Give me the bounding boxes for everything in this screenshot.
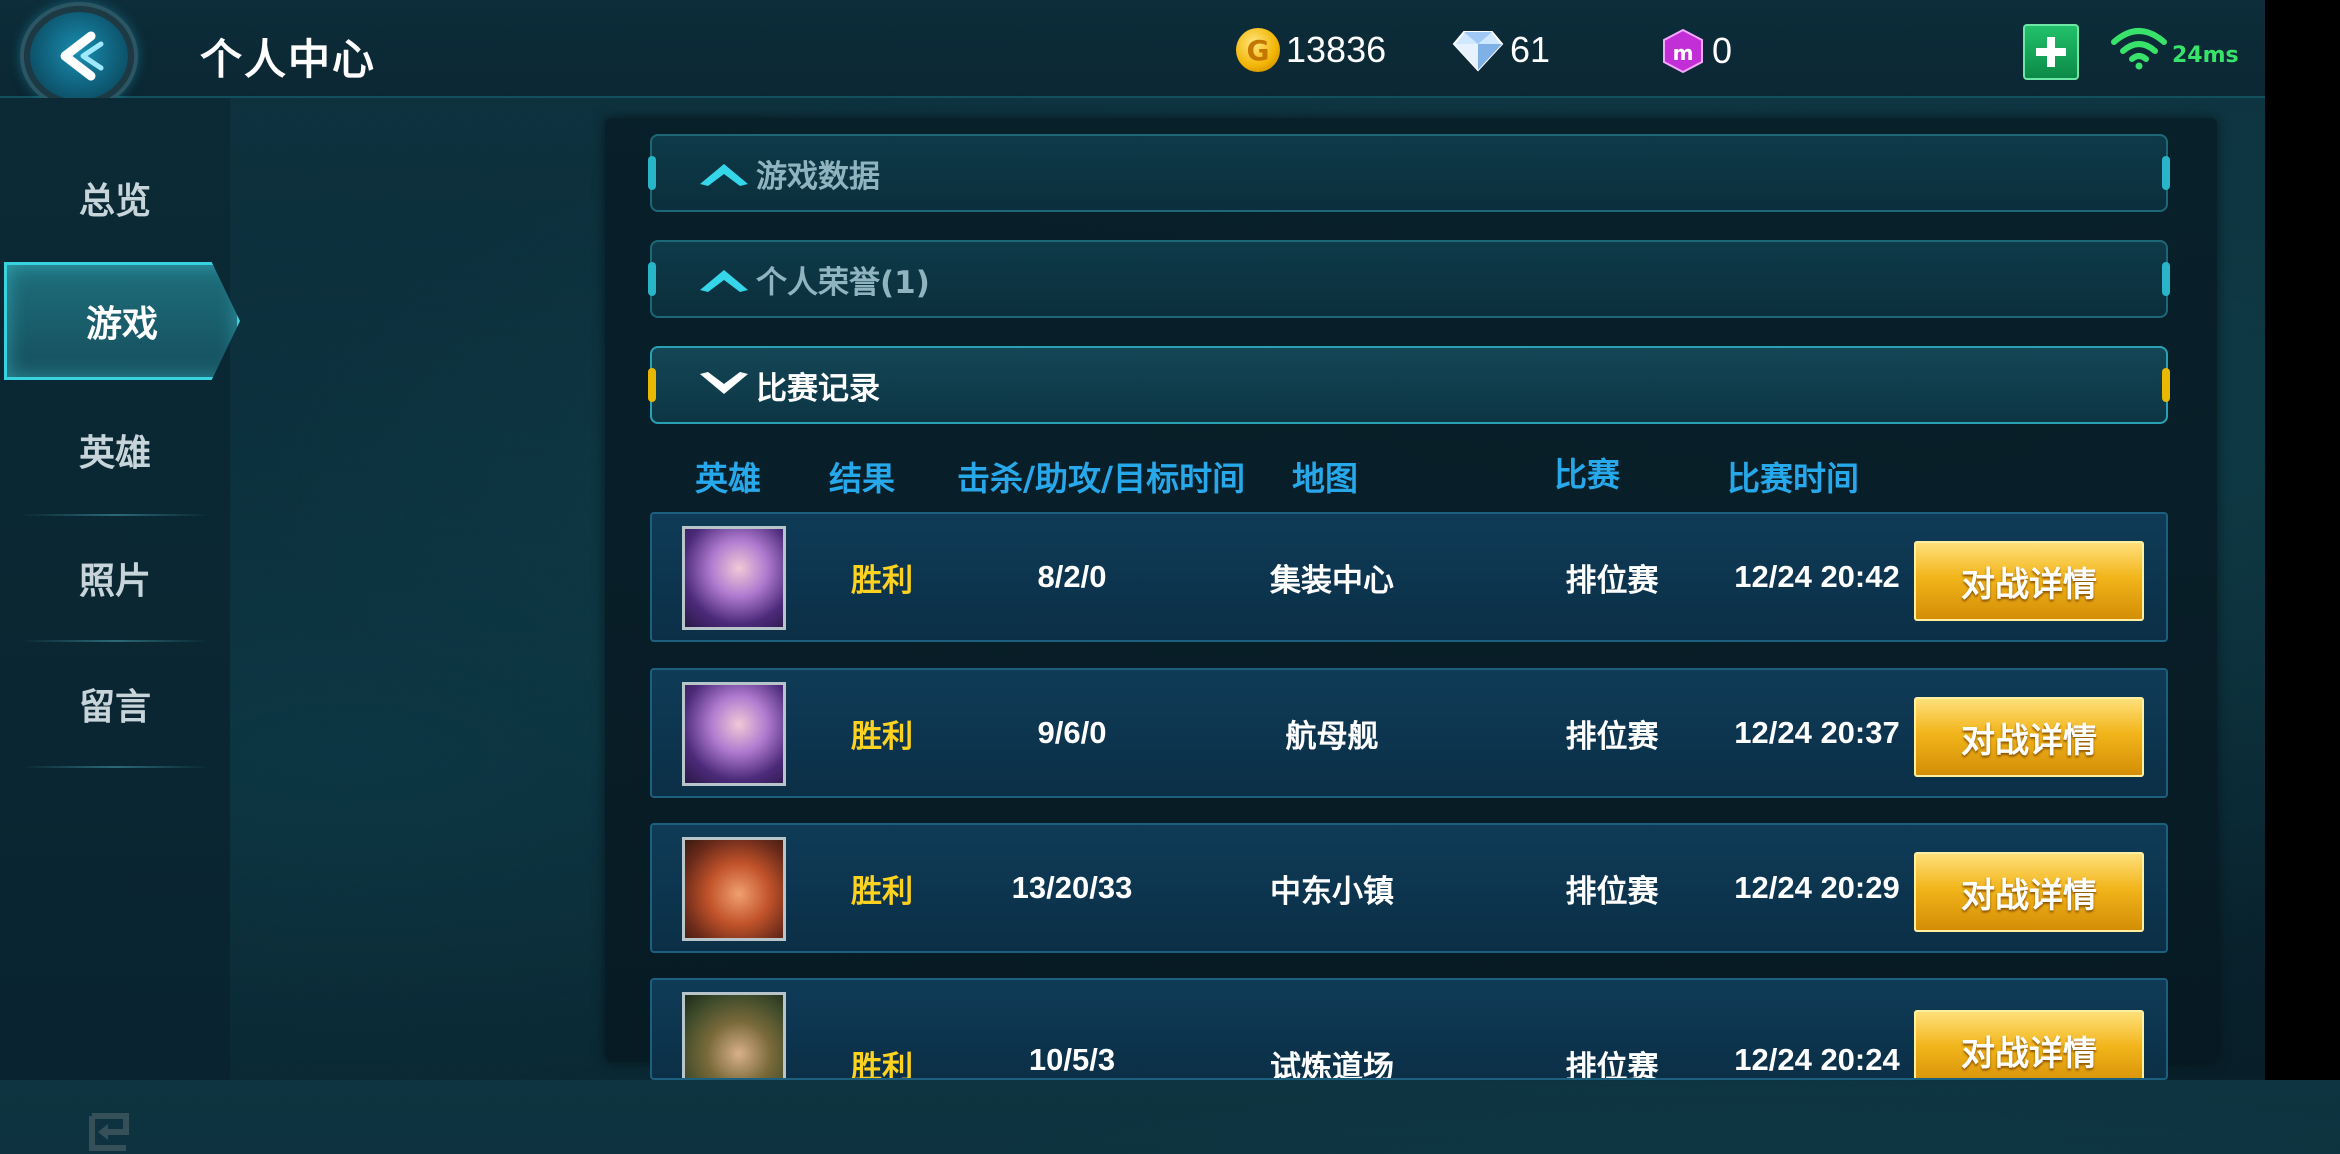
column-header-hero: 英雄: [695, 459, 761, 498]
svg-text:m: m: [1673, 41, 1694, 65]
match-details-button[interactable]: 对战详情: [1914, 1010, 2144, 1078]
section-cap-right: [2162, 262, 2170, 296]
sidebar: 总览 游戏 英雄 照片 留言: [0, 98, 240, 1151]
match-map: 中东小镇: [1270, 873, 1394, 909]
chevron-up-icon: [700, 270, 748, 292]
section-title: 比赛记录: [756, 370, 880, 407]
section-title: 个人荣誉(1): [756, 264, 930, 301]
match-time: 12/24 20:24: [1734, 1042, 1900, 1077]
section-match-history[interactable]: 比赛记录: [648, 346, 2170, 424]
screen-edge: [2265, 0, 2340, 1080]
ping-value: 24ms: [2172, 43, 2239, 68]
hero-avatar: [682, 837, 786, 941]
match-kda: 9/6/0: [1037, 715, 1107, 750]
match-map: 试炼道场: [1270, 1050, 1394, 1080]
sidebar-item-label: 留言: [78, 687, 151, 728]
match-row: 胜利 13/20/33 中东小镇 排位赛 12/24 20:29 对战详情: [650, 823, 2168, 953]
diamond-icon: [1452, 31, 1504, 72]
return-icon[interactable]: [84, 1110, 134, 1154]
match-details-button[interactable]: 对战详情: [1914, 541, 2144, 621]
sidebar-item-label: 英雄: [78, 433, 151, 474]
back-arrow-icon: [60, 31, 104, 81]
network-status: 24ms: [2110, 26, 2239, 70]
match-result: 胜利: [851, 562, 913, 598]
section-cap-left: [648, 262, 656, 296]
plus-icon: [2036, 37, 2066, 67]
hero-avatar: [682, 992, 786, 1078]
diamond-balance: 61: [1452, 28, 1550, 72]
match-kda: 8/2/0: [1037, 559, 1107, 594]
column-header-time: 比赛时间: [1727, 459, 1859, 498]
match-row: 胜利 8/2/0 集装中心 排位赛 12/24 20:42 对战详情: [650, 512, 2168, 642]
match-type: 排位赛: [1565, 718, 1659, 754]
match-result: 胜利: [851, 1050, 913, 1080]
diamond-value: 61: [1510, 29, 1551, 70]
section-title: 游戏数据: [756, 158, 880, 195]
wifi-icon: [2111, 28, 2167, 70]
gold-balance: G 13836: [1236, 28, 1386, 72]
match-kda: 10/5/3: [1028, 1042, 1116, 1077]
sidebar-item-overview[interactable]: 总览: [0, 148, 230, 248]
match-kda: 13/20/33: [1011, 870, 1133, 905]
sidebar-item-label: 照片: [78, 561, 151, 602]
back-button[interactable]: [24, 6, 134, 106]
section-cap-left: [648, 368, 656, 402]
sidebar-item-game[interactable]: 游戏: [4, 262, 240, 380]
column-header-kda: 击杀/助攻/目标时间: [957, 459, 1246, 498]
sidebar-item-label: 总览: [78, 181, 151, 222]
top-bar: 个人中心 G 13836 61 m 0 24ms: [0, 0, 2265, 106]
chevron-down-icon: [700, 372, 748, 394]
sidebar-divider: [20, 640, 210, 642]
page-title: 个人中心: [200, 35, 377, 84]
match-map: 集装中心: [1270, 562, 1394, 598]
match-type: 排位赛: [1565, 1050, 1659, 1080]
match-result: 胜利: [851, 873, 913, 909]
match-type: 排位赛: [1565, 873, 1659, 909]
add-currency-button[interactable]: [2023, 24, 2079, 80]
match-details-button[interactable]: 对战详情: [1914, 852, 2144, 932]
token-balance: m 0: [1660, 28, 1732, 74]
sidebar-item-photos[interactable]: 照片: [0, 528, 230, 628]
sidebar-divider: [20, 766, 210, 768]
gold-value: 13836: [1286, 29, 1387, 70]
section-game-data[interactable]: 游戏数据: [648, 134, 2170, 212]
sidebar-divider: [20, 514, 210, 516]
match-time: 12/24 20:37: [1734, 715, 1900, 750]
match-result: 胜利: [851, 718, 913, 754]
sidebar-item-heroes[interactable]: 英雄: [0, 400, 230, 500]
column-header-map: 地图: [1292, 459, 1358, 498]
section-cap-right: [2162, 156, 2170, 190]
match-time: 12/24 20:42: [1734, 559, 1900, 594]
token-value: 0: [1712, 30, 1733, 71]
match-row: 胜利 10/5/3 试炼道场 排位赛 12/24 20:24 对战详情: [650, 978, 2168, 1080]
gold-coin-icon: G: [1236, 28, 1280, 72]
hero-avatar: [682, 682, 786, 786]
chevron-up-icon: [700, 164, 748, 186]
match-details-button[interactable]: 对战详情: [1914, 697, 2144, 777]
sidebar-item-label: 游戏: [85, 304, 158, 345]
purple-gem-icon: m: [1663, 28, 1703, 74]
match-type: 排位赛: [1565, 562, 1659, 598]
column-header-match: 比赛: [1554, 455, 1620, 494]
match-row: 胜利 9/6/0 航母舰 排位赛 12/24 20:37 对战详情: [650, 668, 2168, 798]
sidebar-item-messages[interactable]: 留言: [0, 654, 230, 754]
column-header-result: 结果: [829, 459, 895, 498]
section-cap-right: [2162, 368, 2170, 402]
match-map: 航母舰: [1285, 718, 1379, 754]
hero-avatar: [682, 526, 786, 630]
section-honors[interactable]: 个人荣誉(1): [648, 240, 2170, 318]
section-cap-left: [648, 156, 656, 190]
match-time: 12/24 20:29: [1734, 870, 1900, 905]
